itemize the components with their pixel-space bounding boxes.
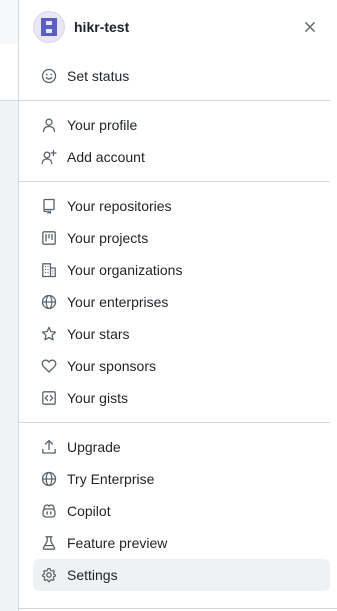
code-square-icon: [41, 390, 57, 406]
menu-item-label: Your gists: [67, 390, 128, 406]
gear-icon: [41, 567, 57, 583]
project-icon: [41, 230, 57, 246]
close-icon: [305, 22, 315, 32]
menu-item-label: Copilot: [67, 503, 111, 519]
menu-item-label: Set status: [67, 68, 130, 84]
globe-icon: [41, 471, 57, 487]
globe-icon: [41, 294, 57, 310]
menu-item-label: Add account: [67, 149, 145, 165]
divider: [19, 100, 330, 101]
menu-item-label: Settings: [67, 567, 118, 583]
user-menu-list: Set status Your profile Add account Your…: [19, 60, 330, 591]
organization-icon: [41, 262, 57, 278]
username: hikr-test: [74, 19, 130, 35]
menu-item-copilot[interactable]: Copilot: [33, 495, 330, 527]
background-header-strip: [0, 0, 18, 45]
repo-icon: [41, 198, 57, 214]
menu-item-label: Your enterprises: [67, 294, 169, 310]
menu-item-label: Upgrade: [67, 439, 121, 455]
user-menu-panel: hikr-test Set status Your profile Add ac…: [18, 0, 337, 611]
menu-item-label: Your sponsors: [67, 358, 156, 374]
close-button[interactable]: [296, 13, 324, 41]
menu-item-try-enterprise[interactable]: Try Enterprise: [33, 463, 330, 495]
menu-item-your-enterprises[interactable]: Your enterprises: [33, 286, 330, 318]
user-menu-header: hikr-test: [33, 11, 324, 45]
menu-item-add-account[interactable]: Add account: [33, 141, 330, 173]
menu-item-label: Try Enterprise: [67, 471, 155, 487]
beaker-icon: [41, 535, 57, 551]
person-add-icon: [41, 149, 57, 165]
menu-item-label: Your projects: [67, 230, 149, 246]
smiley-icon: [41, 68, 57, 84]
menu-item-label: Your repositories: [67, 198, 172, 214]
menu-item-your-repositories[interactable]: Your repositories: [33, 190, 330, 222]
menu-item-your-profile[interactable]: Your profile: [33, 109, 330, 141]
menu-item-label: Your organizations: [67, 262, 183, 278]
menu-item-label: Your stars: [67, 326, 130, 342]
menu-item-your-stars[interactable]: Your stars: [33, 318, 330, 350]
menu-item-label: Your profile: [67, 117, 138, 133]
menu-item-upgrade[interactable]: Upgrade: [33, 431, 330, 463]
menu-item-your-organizations[interactable]: Your organizations: [33, 254, 330, 286]
copilot-icon: [41, 503, 57, 519]
menu-item-settings[interactable]: Settings: [33, 559, 330, 591]
divider: [19, 422, 330, 423]
divider: [19, 608, 337, 609]
identicon-avatar: [41, 18, 57, 36]
star-icon: [41, 326, 57, 342]
menu-item-set-status[interactable]: Set status: [33, 60, 330, 92]
menu-item-your-projects[interactable]: Your projects: [33, 222, 330, 254]
menu-item-label: Feature preview: [67, 535, 168, 551]
upload-icon: [41, 439, 57, 455]
background-page-strip: [0, 44, 18, 101]
menu-item-feature-preview[interactable]: Feature preview: [33, 527, 330, 559]
menu-item-your-sponsors[interactable]: Your sponsors: [33, 350, 330, 382]
heart-icon: [41, 358, 57, 374]
avatar[interactable]: [33, 11, 65, 43]
menu-item-your-gists[interactable]: Your gists: [33, 382, 330, 414]
person-icon: [41, 117, 57, 133]
divider: [19, 181, 330, 182]
